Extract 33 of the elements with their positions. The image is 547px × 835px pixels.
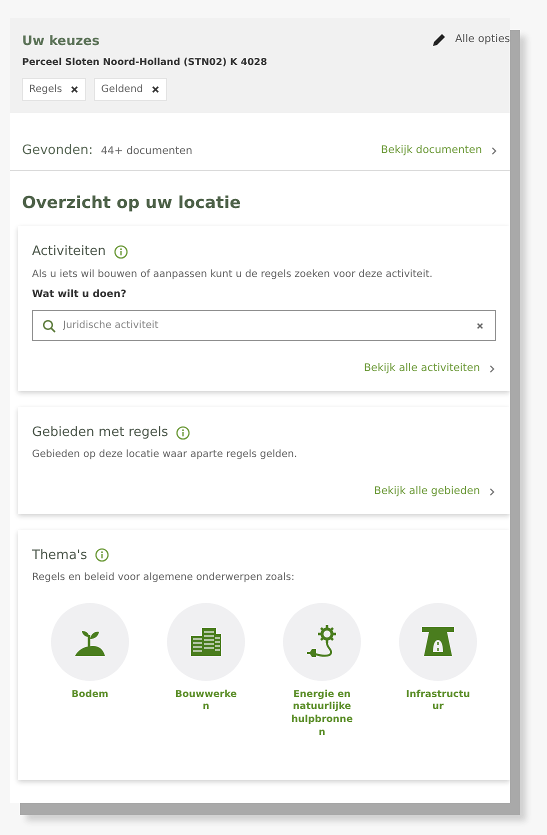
card-title: Thema's: [32, 546, 88, 564]
field-label: Wat wilt u doen?: [32, 288, 128, 302]
theme-tile[interactable]: Bouwwerken: [156, 602, 256, 740]
card-description: Als u iets wil bouwen of aanpassen kunt u de regels zoeken voor deze activiteit.: [32, 268, 434, 282]
chevron-right-icon: [488, 362, 496, 375]
search-icon: [42, 318, 56, 332]
theme-tile[interactable]: Bodem: [40, 602, 140, 740]
theme-tile[interactable]: Energie en natuurlijke hulpbronnen: [272, 602, 372, 740]
link[interactable]: Bekijk alle activiteiten: [364, 361, 496, 377]
section-title: Uw keuzes: [22, 33, 100, 51]
edit-link[interactable]: Alle opties: [431, 32, 510, 48]
pencil-icon: [431, 32, 448, 48]
info-icon: [176, 426, 190, 440]
card-title: Activiteiten: [32, 243, 106, 261]
link[interactable]: Bekijk alle gebieden: [374, 484, 496, 500]
card-description: Gebieden op deze locatie waar aparte regels gelden.: [32, 448, 298, 462]
section-heading: Overzicht op uw locatie: [22, 192, 242, 214]
filter-chip[interactable]: Geldend: [94, 78, 168, 101]
card-title: Gebieden met regels: [32, 424, 168, 442]
chevron-right-icon: [488, 486, 496, 498]
theme-tile[interactable]: Infrastructuur: [388, 602, 488, 740]
filter-chip[interactable]: Regels: [22, 78, 86, 101]
link[interactable]: Bekijk documenten: [380, 142, 498, 158]
location-label: Perceel Sloten Noord-Holland (STN02) K 4028: [22, 56, 268, 70]
document-count: 44+ documenten: [100, 144, 192, 159]
chevron-right-icon: [490, 144, 498, 156]
close-icon: [70, 84, 80, 94]
close-icon: [151, 84, 160, 94]
info-icon: [95, 548, 110, 562]
info-icon: [114, 244, 128, 259]
found-label: Gevonden:: [22, 142, 93, 160]
card-description: Regels en beleid voor algemene onderwerpen zoals:: [32, 571, 296, 585]
clear-icon: [476, 322, 484, 330]
